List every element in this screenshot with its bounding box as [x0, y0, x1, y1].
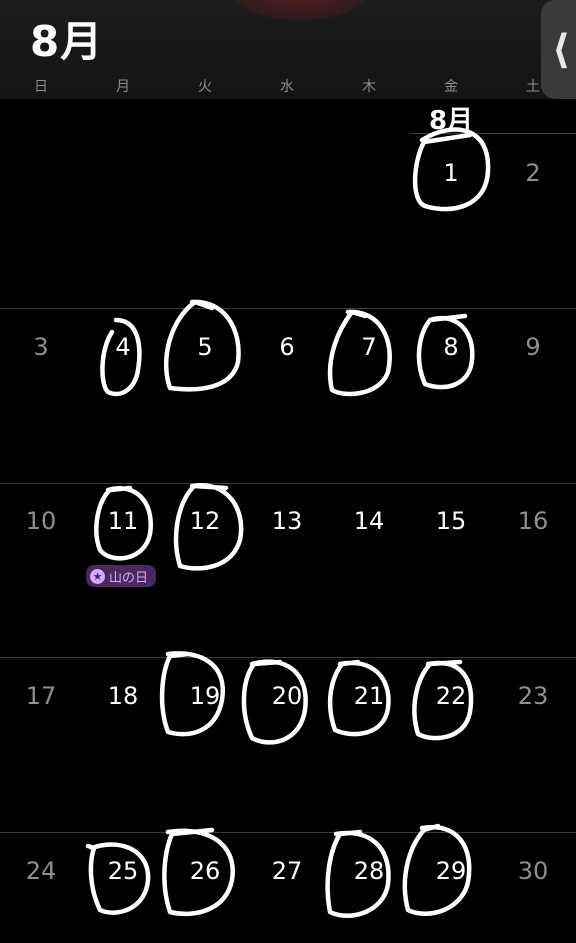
day-cell-11[interactable]: 11 — [98, 507, 148, 535]
day-cell-17[interactable]: 17 — [16, 682, 66, 710]
star-icon: ★ — [90, 568, 105, 584]
weekday-label: 火 — [198, 79, 212, 95]
weekday-label: 木 — [362, 79, 376, 95]
day-cell-5[interactable]: 5 — [180, 333, 230, 361]
day-cell-18[interactable]: 18 — [98, 682, 148, 710]
day-cell-14[interactable]: 14 — [344, 507, 394, 535]
day-cell-26[interactable]: 26 — [180, 857, 230, 885]
holiday-label: 山の日 — [109, 570, 149, 586]
day-cell-19[interactable]: 19 — [180, 682, 230, 710]
day-cell-23[interactable]: 23 — [508, 682, 558, 710]
day-cell-8[interactable]: 8 — [426, 333, 476, 361]
week-divider — [0, 657, 576, 658]
weekday-label: 水 — [280, 79, 294, 95]
day-cell-3[interactable]: 3 — [16, 333, 66, 361]
day-cell-29[interactable]: 29 — [426, 857, 476, 885]
weekday-label: 土 — [526, 79, 540, 95]
day-cell-24[interactable]: 24 — [16, 857, 66, 885]
month-title: 8月 — [30, 17, 104, 66]
chevron-left-icon: ⟨ — [551, 26, 571, 73]
month-inline-label: 8月 — [428, 106, 474, 136]
week-divider — [0, 308, 576, 309]
holiday-badge[interactable]: ★ 山の日 — [86, 565, 157, 587]
day-cell-1[interactable]: 1 — [426, 159, 476, 187]
week-divider — [410, 133, 576, 134]
week-divider — [0, 832, 576, 833]
day-cell-16[interactable]: 16 — [508, 507, 558, 535]
day-cell-6[interactable]: 6 — [262, 333, 312, 361]
weekday-label: 日 — [34, 79, 48, 95]
day-cell-21[interactable]: 21 — [344, 682, 394, 710]
handwritten-circles — [85, 127, 491, 918]
day-cell-12[interactable]: 12 — [180, 507, 230, 535]
day-cell-27[interactable]: 27 — [262, 857, 312, 885]
day-cell-28[interactable]: 28 — [344, 857, 394, 885]
day-cell-9[interactable]: 9 — [508, 333, 558, 361]
day-cell-13[interactable]: 13 — [262, 507, 312, 535]
day-cell-22[interactable]: 22 — [426, 682, 476, 710]
weekday-label: 金 — [444, 79, 458, 95]
day-cell-7[interactable]: 7 — [344, 333, 394, 361]
day-cell-10[interactable]: 10 — [16, 507, 66, 535]
week-divider — [0, 483, 576, 484]
day-cell-15[interactable]: 15 — [426, 507, 476, 535]
weekday-label: 月 — [116, 79, 130, 95]
day-cell-25[interactable]: 25 — [98, 857, 148, 885]
calendar-header: 8月 ⟨ 日 月 火 水 木 金 土 — [0, 0, 576, 99]
day-cell-30[interactable]: 30 — [508, 857, 558, 885]
day-cell-2[interactable]: 2 — [508, 159, 558, 187]
day-cell-4[interactable]: 4 — [98, 333, 148, 361]
day-cell-20[interactable]: 20 — [262, 682, 312, 710]
